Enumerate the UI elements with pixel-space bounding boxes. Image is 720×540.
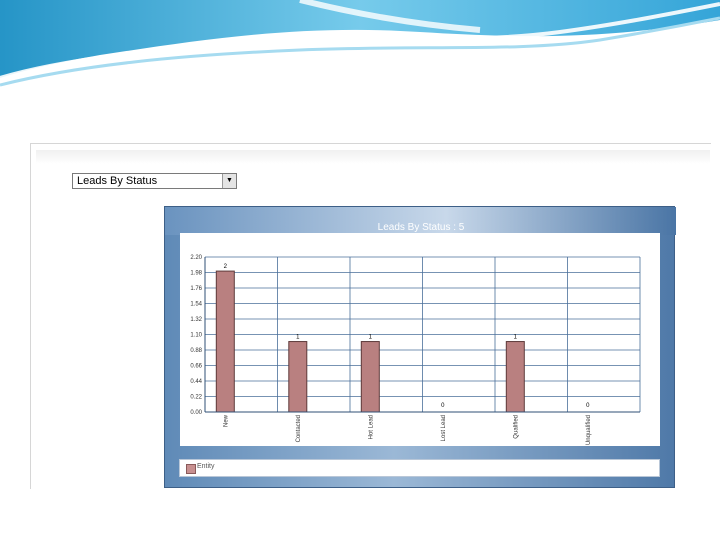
bar	[288, 341, 308, 413]
y-tick-label: 1.54	[190, 302, 202, 308]
y-tick-label: 1.32	[190, 317, 202, 323]
data-label: 2	[224, 264, 228, 270]
data-label: 1	[296, 335, 300, 341]
x-tick-label: New	[223, 414, 229, 427]
x-tick-label: Qualified	[513, 415, 519, 439]
legend-label: Entity	[197, 463, 215, 470]
y-tick-label: 0.88	[190, 348, 202, 354]
x-tick-label: Contacted	[296, 415, 302, 442]
y-tick-label: 1.76	[190, 286, 202, 292]
y-tick-label: 0.22	[190, 395, 202, 401]
y-tick-label: 1.98	[190, 271, 202, 277]
y-tick-label: 0.00	[190, 410, 202, 416]
x-tick-label: Lost Lead	[441, 415, 447, 441]
data-label: 0	[586, 403, 590, 409]
data-label: 0	[441, 403, 445, 409]
legend-swatch	[186, 464, 196, 474]
bar	[360, 341, 380, 413]
data-label: 1	[369, 335, 373, 341]
chart-legend: Entity	[179, 459, 660, 477]
data-label: 1	[514, 335, 518, 341]
x-tick-label: Unqualified	[586, 415, 592, 445]
bar	[215, 270, 235, 413]
y-tick-label: 2.20	[190, 255, 202, 261]
y-tick-label: 0.66	[190, 364, 202, 370]
bar	[505, 341, 525, 413]
y-tick-label: 0.44	[190, 379, 202, 385]
x-tick-label: Hot Lead	[368, 415, 374, 439]
y-tick-label: 1.10	[190, 333, 202, 339]
